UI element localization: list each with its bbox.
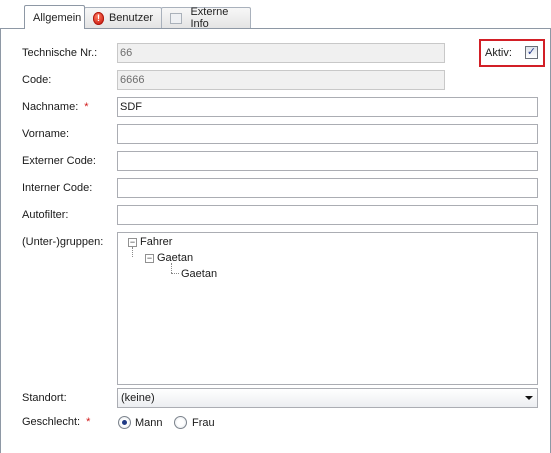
collapse-icon[interactable]: −: [128, 237, 137, 247]
code-label: Code:: [22, 74, 52, 86]
tab-allgemein[interactable]: Allgemein: [24, 5, 85, 29]
tree-connector: [132, 247, 133, 257]
standort-selected-value: (keine): [121, 392, 155, 404]
required-marker: *: [84, 101, 89, 113]
radio-mann-label[interactable]: Mann: [135, 417, 163, 429]
tab-allgemein-label: Allgemein: [33, 11, 82, 24]
checkmark-icon: ✓: [526, 46, 537, 58]
tree-node-gaetan-group[interactable]: − Gaetan: [145, 252, 193, 264]
tree-node-label: Gaetan: [181, 268, 218, 280]
standort-select[interactable]: (keine): [117, 388, 538, 408]
error-icon: !: [93, 11, 104, 25]
externer-code-field[interactable]: [117, 151, 538, 171]
autofilter-label: Autofilter:: [22, 209, 69, 221]
radio-mann[interactable]: [118, 416, 131, 429]
geschlecht-label: Geschlecht: *: [22, 416, 90, 428]
vorname-label: Vorname:: [22, 128, 70, 140]
interner-code-label: Interner Code:: [22, 182, 93, 194]
geschlecht-label-text: Geschlecht:: [22, 416, 81, 428]
nachname-field[interactable]: SDF: [117, 97, 538, 117]
tree-node-gaetan-user[interactable]: Gaetan: [181, 268, 217, 280]
required-marker: *: [86, 416, 91, 428]
tree-connector: [171, 273, 179, 274]
nachname-label-text: Nachname:: [22, 101, 79, 113]
tab-externe-info-label: Externe Info: [190, 6, 229, 30]
tab-benutzer[interactable]: ! Benutzer: [84, 7, 162, 28]
interner-code-field[interactable]: [117, 178, 538, 198]
externer-code-label: Externer Code:: [22, 155, 96, 167]
nachname-label: Nachname: *: [22, 101, 89, 113]
tree-connector: [171, 263, 172, 273]
tab-strip: Allgemein ! Benutzer Externe Info: [0, 0, 551, 30]
radio-frau-label[interactable]: Frau: [192, 417, 215, 429]
dropdown-arrow-icon: [525, 396, 533, 400]
tree-node-label: Fahrer: [140, 236, 173, 248]
radio-frau[interactable]: [174, 416, 187, 429]
untergruppen-tree[interactable]: − Fahrer − Gaetan Gaetan: [117, 232, 538, 385]
tab-externe-info[interactable]: Externe Info: [161, 6, 251, 30]
technische-nr-label: Technische Nr.:: [22, 47, 98, 59]
tree-node-fahrer[interactable]: − Fahrer: [128, 236, 172, 248]
collapse-icon[interactable]: −: [145, 253, 154, 263]
tab-benutzer-label: Benutzer: [108, 12, 153, 24]
tree-node-label: Gaetan: [157, 252, 194, 264]
standort-label: Standort:: [22, 392, 67, 404]
radio-selected-dot: [122, 420, 127, 425]
untergruppen-label: (Unter-)gruppen:: [22, 236, 104, 248]
vorname-field[interactable]: [117, 124, 538, 144]
info-icon: [170, 12, 183, 24]
code-field: 6666: [117, 70, 445, 90]
aktiv-label: Aktiv:: [485, 47, 512, 59]
technische-nr-field: 66: [117, 43, 445, 63]
aktiv-checkbox[interactable]: ✓: [525, 46, 538, 59]
autofilter-field[interactable]: [117, 205, 538, 225]
